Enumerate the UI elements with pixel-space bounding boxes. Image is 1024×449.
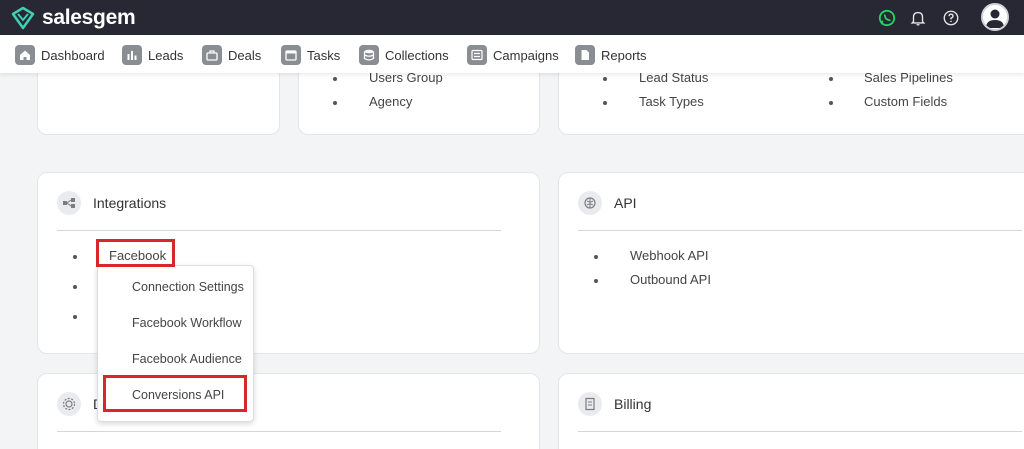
integrations-title: Integrations <box>93 195 167 211</box>
top-bar: salesgem <box>0 0 1024 35</box>
bullet-dot <box>333 101 337 105</box>
link-webhook-api[interactable]: Webhook API <box>630 248 709 263</box>
nav-deals[interactable]: Deals <box>202 44 261 66</box>
bullet-dot <box>594 255 598 259</box>
divider <box>57 230 501 231</box>
api-brain-icon <box>578 191 602 215</box>
conversions-api-highlight-box <box>103 375 247 412</box>
nav-label: Deals <box>228 47 262 63</box>
link-task-types[interactable]: Task Types <box>639 94 704 109</box>
gear-icon <box>57 392 81 416</box>
menu-item-connection-settings[interactable]: Connection Settings <box>132 280 244 294</box>
database-icon <box>359 45 379 65</box>
nav-label: Reports <box>601 47 647 63</box>
bell-icon[interactable] <box>908 8 928 28</box>
nav-label: Tasks <box>307 47 341 63</box>
integrations-icon <box>57 191 81 215</box>
nav-campaigns[interactable]: Campaigns <box>467 44 559 66</box>
bullet-dot <box>73 315 77 319</box>
nav-dashboard[interactable]: Dashboard <box>15 44 105 66</box>
app-logo[interactable]: salesgem <box>10 4 136 32</box>
bullet-dot <box>829 101 833 105</box>
facebook-highlight-box <box>96 239 175 267</box>
bullet-dot <box>73 285 77 289</box>
nav-label: Campaigns <box>493 47 559 63</box>
bullet-dot <box>603 101 607 105</box>
link-agency[interactable]: Agency <box>369 94 412 109</box>
whatsapp-icon[interactable] <box>877 8 897 28</box>
nav-label: Collections <box>385 47 449 63</box>
menu-item-facebook-workflow[interactable]: Facebook Workflow <box>132 316 242 330</box>
invoice-icon <box>578 392 602 416</box>
bar-chart-icon <box>122 45 142 65</box>
briefcase-icon <box>202 45 222 65</box>
bullet-dot <box>333 77 337 81</box>
user-avatar[interactable] <box>981 3 1009 31</box>
nav-label: Leads <box>148 47 184 63</box>
nav-label: Dashboard <box>41 47 105 63</box>
api-card: API Webhook API Outbound API <box>558 172 1024 354</box>
bullet-dot <box>73 255 77 259</box>
nav-collections[interactable]: Collections <box>359 44 449 66</box>
divider <box>578 230 1022 231</box>
divider <box>578 431 1022 432</box>
help-icon[interactable] <box>941 8 961 28</box>
app-name: salesgem <box>42 6 136 29</box>
calendar-icon <box>281 45 301 65</box>
bullet-dot <box>829 77 833 81</box>
link-outbound-api[interactable]: Outbound API <box>630 272 711 287</box>
billing-card: Billing <box>558 373 1024 449</box>
logo-gem-icon <box>11 6 35 30</box>
billing-title: Billing <box>614 396 652 412</box>
link-custom-fields[interactable]: Custom Fields <box>864 94 947 109</box>
api-title: API <box>614 195 637 211</box>
nav-reports[interactable]: Reports <box>575 44 647 66</box>
divider <box>57 431 501 432</box>
home-icon <box>15 45 35 65</box>
list-icon <box>467 45 487 65</box>
main-nav: Dashboard Leads Deals Tasks Collections … <box>0 35 1024 73</box>
bullet-dot <box>594 279 598 283</box>
document-icon <box>575 45 595 65</box>
nav-tasks[interactable]: Tasks <box>281 44 340 66</box>
nav-leads[interactable]: Leads <box>122 44 183 66</box>
menu-item-facebook-audience[interactable]: Facebook Audience <box>132 352 242 366</box>
bullet-dot <box>603 77 607 81</box>
